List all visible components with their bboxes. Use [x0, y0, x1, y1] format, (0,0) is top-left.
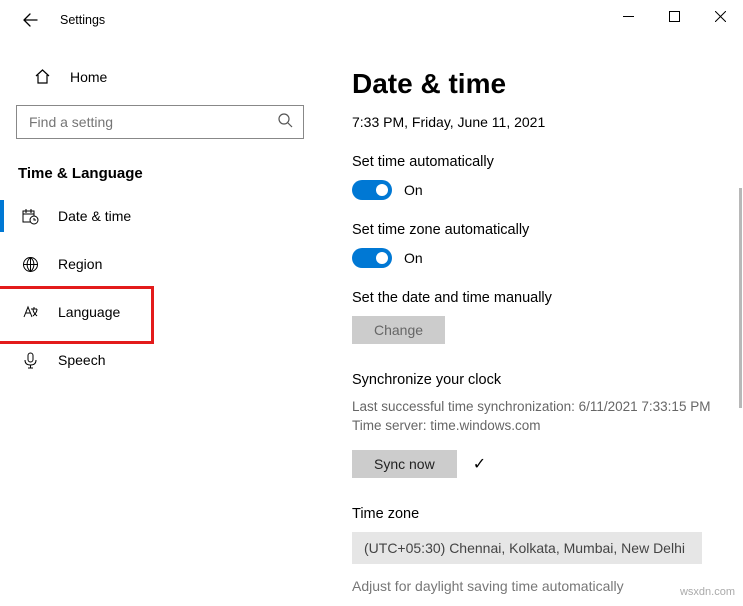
- current-datetime: 7:33 PM, Friday, June 11, 2021: [352, 114, 723, 130]
- manual-time-label: Set the date and time manually: [352, 290, 723, 306]
- search-icon: [278, 113, 293, 128]
- calendar-clock-icon: [22, 208, 39, 225]
- change-button: Change: [352, 316, 445, 344]
- search-input[interactable]: [27, 113, 293, 131]
- nav-label: Speech: [58, 352, 105, 368]
- category-header: Time & Language: [18, 165, 304, 182]
- window-title: Settings: [60, 13, 105, 27]
- titlebar: Settings: [0, 0, 743, 40]
- close-button[interactable]: [697, 0, 743, 32]
- auto-tz-label: Set time zone automatically: [352, 222, 723, 238]
- nav-label: Language: [58, 304, 120, 320]
- home-label: Home: [70, 69, 107, 85]
- search-box[interactable]: [16, 105, 304, 139]
- home-icon: [34, 68, 51, 85]
- maximize-icon: [669, 11, 680, 22]
- close-icon: [715, 11, 726, 22]
- back-arrow-icon: [22, 12, 38, 28]
- tz-heading: Time zone: [352, 506, 723, 522]
- auto-time-toggle[interactable]: [352, 180, 392, 200]
- check-icon: ✓: [473, 454, 486, 474]
- globe-icon: [22, 256, 39, 273]
- back-button[interactable]: [18, 8, 42, 32]
- auto-tz-toggle[interactable]: [352, 248, 392, 268]
- nav-label: Date & time: [58, 208, 131, 224]
- nav-list: Date & time Region Language Speech: [0, 192, 304, 384]
- sync-heading: Synchronize your clock: [352, 372, 723, 388]
- scrollbar-thumb[interactable]: [739, 188, 742, 408]
- sync-server: Time server: time.windows.com: [352, 417, 723, 436]
- sidebar: Home Time & Language Date & time Region …: [0, 40, 320, 606]
- nav-item-language[interactable]: Language: [0, 288, 304, 336]
- sync-last: Last successful time synchronization: 6/…: [352, 398, 723, 417]
- auto-time-state: On: [404, 182, 423, 198]
- minimize-icon: [623, 11, 634, 22]
- nav-item-date-time[interactable]: Date & time: [0, 192, 304, 240]
- maximize-button[interactable]: [651, 0, 697, 32]
- window-controls: [605, 0, 743, 32]
- home-link[interactable]: Home: [16, 62, 304, 91]
- nav-item-speech[interactable]: Speech: [0, 336, 304, 384]
- page-heading: Date & time: [352, 68, 723, 100]
- sync-now-button[interactable]: Sync now: [352, 450, 457, 478]
- auto-time-label: Set time automatically: [352, 154, 723, 170]
- microphone-icon: [22, 352, 39, 369]
- nav-item-region[interactable]: Region: [0, 240, 304, 288]
- minimize-button[interactable]: [605, 0, 651, 32]
- main-content: Date & time 7:33 PM, Friday, June 11, 20…: [320, 40, 743, 606]
- dst-label: Adjust for daylight saving time automati…: [352, 578, 723, 594]
- timezone-select: (UTC+05:30) Chennai, Kolkata, Mumbai, Ne…: [352, 532, 702, 564]
- watermark: wsxdn.com: [680, 586, 735, 598]
- auto-tz-state: On: [404, 250, 423, 266]
- nav-label: Region: [58, 256, 102, 272]
- language-icon: [22, 304, 39, 321]
